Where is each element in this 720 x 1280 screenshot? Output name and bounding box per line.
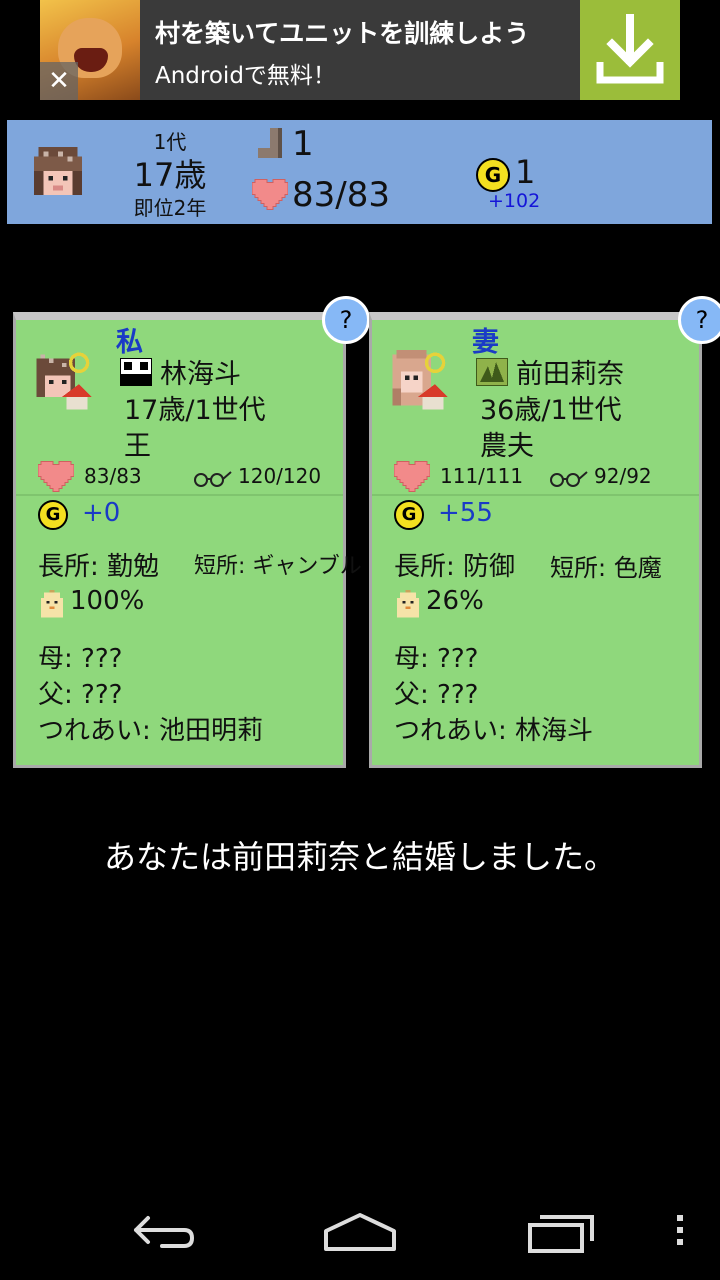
age-generation: 36歳/1世代 xyxy=(480,395,622,426)
king-job-icon xyxy=(120,358,152,386)
mother-label: 母: ??? xyxy=(394,644,479,674)
age-label: 17歳 xyxy=(133,156,207,194)
hp-value: 83/83 xyxy=(292,175,390,215)
help-button[interactable]: ? xyxy=(678,296,720,344)
job-label: 農夫 xyxy=(480,431,534,462)
ad-download-button[interactable] xyxy=(580,0,680,100)
reign-label: 即位2年 xyxy=(133,196,207,220)
father-label: 父: ??? xyxy=(394,680,479,710)
hp-value: 111/111 xyxy=(440,464,524,488)
weakness-label: 短所: 色魔 xyxy=(550,554,662,582)
portrait xyxy=(36,352,92,410)
gold-coin-icon: G xyxy=(394,500,424,530)
gold-income: +102 xyxy=(488,190,541,212)
boot-icon xyxy=(258,128,282,158)
player-card[interactable]: 私 ? 林海斗 17歳/1世代 王 83/83 120/120 G +0 長所:… xyxy=(13,296,370,768)
income-value: +55 xyxy=(438,498,493,528)
wisdom-value: 120/120 xyxy=(238,464,322,488)
heart-icon xyxy=(252,178,288,210)
job-label: 王 xyxy=(124,431,151,462)
fertility-rate: 100% xyxy=(70,586,145,616)
ad-subtitle: Androidで無料！ xyxy=(155,63,336,89)
age-generation: 17歳/1世代 xyxy=(124,395,266,426)
spouse-label: つれあい: 林海斗 xyxy=(394,716,594,746)
character-name: 林海斗 xyxy=(160,359,241,390)
spouse-label: つれあい: 池田明莉 xyxy=(38,716,264,746)
menu-icon[interactable] xyxy=(670,1205,690,1255)
relation-label: 私 xyxy=(116,327,143,358)
heart-icon xyxy=(394,460,430,492)
recents-icon[interactable] xyxy=(524,1205,600,1255)
back-icon[interactable] xyxy=(122,1205,198,1255)
father-label: 父: ??? xyxy=(38,680,123,710)
gold-coin-icon: G xyxy=(38,500,68,530)
glasses-icon xyxy=(194,471,232,487)
fertility-rate: 26% xyxy=(426,586,484,616)
relation-label: 妻 xyxy=(472,327,499,358)
ad-title: 村を築いてユニットを訓練しよう xyxy=(155,19,530,48)
gold-coin-icon: G xyxy=(476,158,510,192)
strength-label: 長所: 防御 xyxy=(394,552,516,582)
wisdom-value: 92/92 xyxy=(594,464,652,488)
hp-value: 83/83 xyxy=(84,464,142,488)
baby-icon xyxy=(397,590,419,618)
home-icon[interactable] xyxy=(320,1205,400,1255)
income-value: +0 xyxy=(82,498,121,528)
player-avatar[interactable] xyxy=(28,142,88,200)
help-button[interactable]: ? xyxy=(322,296,370,344)
glasses-icon xyxy=(550,471,588,487)
divider xyxy=(16,494,343,496)
strength-label: 長所: 勤勉 xyxy=(38,552,160,582)
gold-value: 1 xyxy=(515,153,536,191)
steps-value: 1 xyxy=(292,124,314,164)
marriage-message: あなたは前田莉奈と結婚しました。 xyxy=(103,838,616,876)
weakness-label: 短所: ギャンブル xyxy=(194,554,362,579)
portrait xyxy=(392,350,448,410)
mother-label: 母: ??? xyxy=(38,644,123,674)
baby-icon xyxy=(41,590,63,618)
character-name: 前田莉奈 xyxy=(516,359,624,390)
ad-close-button[interactable]: ✕ xyxy=(40,62,78,100)
spouse-card[interactable]: 妻 ? 前田莉奈 36歳/1世代 農夫 111/111 92/92 G +55 … xyxy=(369,296,720,768)
download-icon xyxy=(596,14,664,84)
divider xyxy=(372,494,699,496)
heart-icon xyxy=(38,460,74,492)
farmer-job-icon xyxy=(476,358,508,386)
